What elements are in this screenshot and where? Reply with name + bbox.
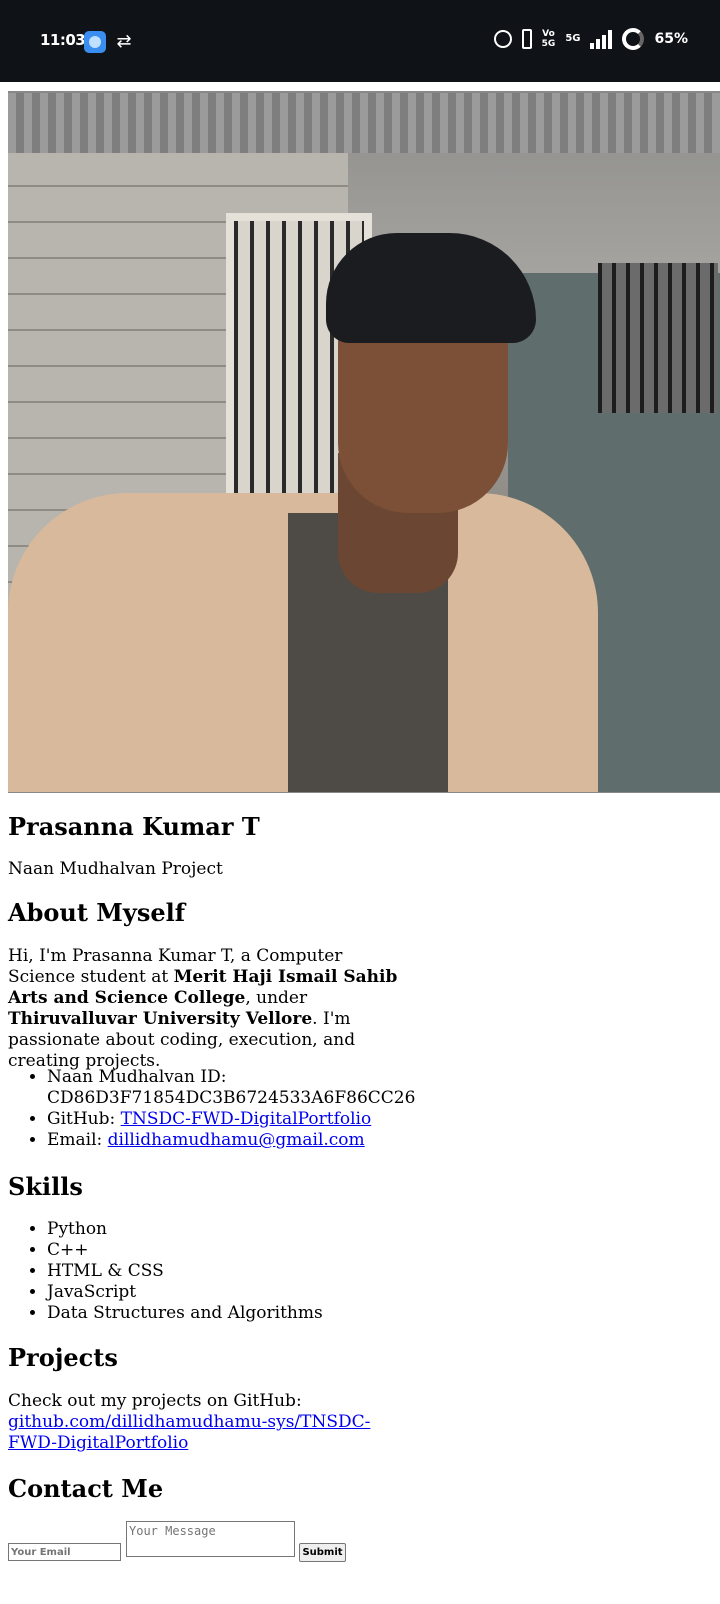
info-list: Naan Mudhalvan ID: CD86D3F71854DC3B67245… xyxy=(8,1067,447,1151)
sync-icon: ⇄ xyxy=(116,31,132,52)
info-label: GitHub: xyxy=(47,1109,121,1129)
projects-paragraph: Check out my projects on GitHub: github.… xyxy=(8,1391,408,1454)
status-icons: Vo 5G 5G 65% xyxy=(493,28,688,50)
email-link[interactable]: dillidhamudhamu@gmail.com xyxy=(108,1130,365,1150)
naan-mudhalvan-id: CD86D3F71854DC3B6724533A6F86CC26 xyxy=(47,1088,416,1108)
list-item: Naan Mudhalvan ID: CD86D3F71854DC3B67245… xyxy=(47,1067,447,1109)
app-notification-icon xyxy=(84,31,106,53)
about-paragraph: Hi, I'm Prasanna Kumar T, a Computer Sci… xyxy=(8,946,408,1072)
info-label: Email: xyxy=(47,1130,108,1150)
info-label: Naan Mudhalvan ID: xyxy=(47,1067,227,1087)
about-text-part: , under xyxy=(245,988,308,1008)
github-link[interactable]: TNSDC-FWD-DigitalPortfolio xyxy=(121,1109,372,1129)
skill-item: Data Structures and Algorithms xyxy=(47,1303,447,1324)
projects-github-link[interactable]: github.com/dillidhamudhamu-sys/TNSDC-FWD… xyxy=(8,1412,370,1453)
battery-percentage: 65% xyxy=(654,31,688,47)
skill-item: C++ xyxy=(47,1240,447,1261)
contact-heading: Contact Me xyxy=(8,1474,164,1503)
profile-tagline: Naan Mudhalvan Project xyxy=(8,859,223,879)
projects-text: Check out my projects on GitHub: xyxy=(8,1391,302,1411)
list-item: GitHub: TNSDC-FWD-DigitalPortfolio xyxy=(47,1109,447,1130)
status-time: 11:03 xyxy=(40,31,86,49)
battery-icon xyxy=(622,28,645,50)
profile-name: Prasanna Kumar T xyxy=(8,812,260,841)
skills-heading: Skills xyxy=(8,1172,83,1201)
volte-icon: Vo 5G xyxy=(541,29,556,49)
about-heading: About Myself xyxy=(8,898,186,927)
message-field[interactable] xyxy=(126,1521,295,1557)
network-type-label: 5G xyxy=(565,33,581,44)
skill-item: JavaScript xyxy=(47,1282,447,1303)
submit-button[interactable]: Submit xyxy=(299,1543,346,1562)
skill-item: Python xyxy=(47,1219,447,1240)
skills-list: Python C++ HTML & CSS JavaScript Data St… xyxy=(8,1219,447,1324)
signal-strength-icon xyxy=(590,29,613,49)
university-name: Thiruvalluvar University Vellore xyxy=(8,1009,313,1029)
projects-heading: Projects xyxy=(8,1343,118,1372)
list-item: Email: dillidhamudhamu@gmail.com xyxy=(47,1130,447,1151)
alarm-icon xyxy=(493,30,512,48)
email-field[interactable] xyxy=(8,1543,121,1561)
profile-photo xyxy=(8,91,720,793)
vibrate-icon xyxy=(521,29,532,49)
skill-item: HTML & CSS xyxy=(47,1261,447,1282)
status-bar: 11:03 ⇄ Vo 5G 5G 65% xyxy=(0,0,720,82)
